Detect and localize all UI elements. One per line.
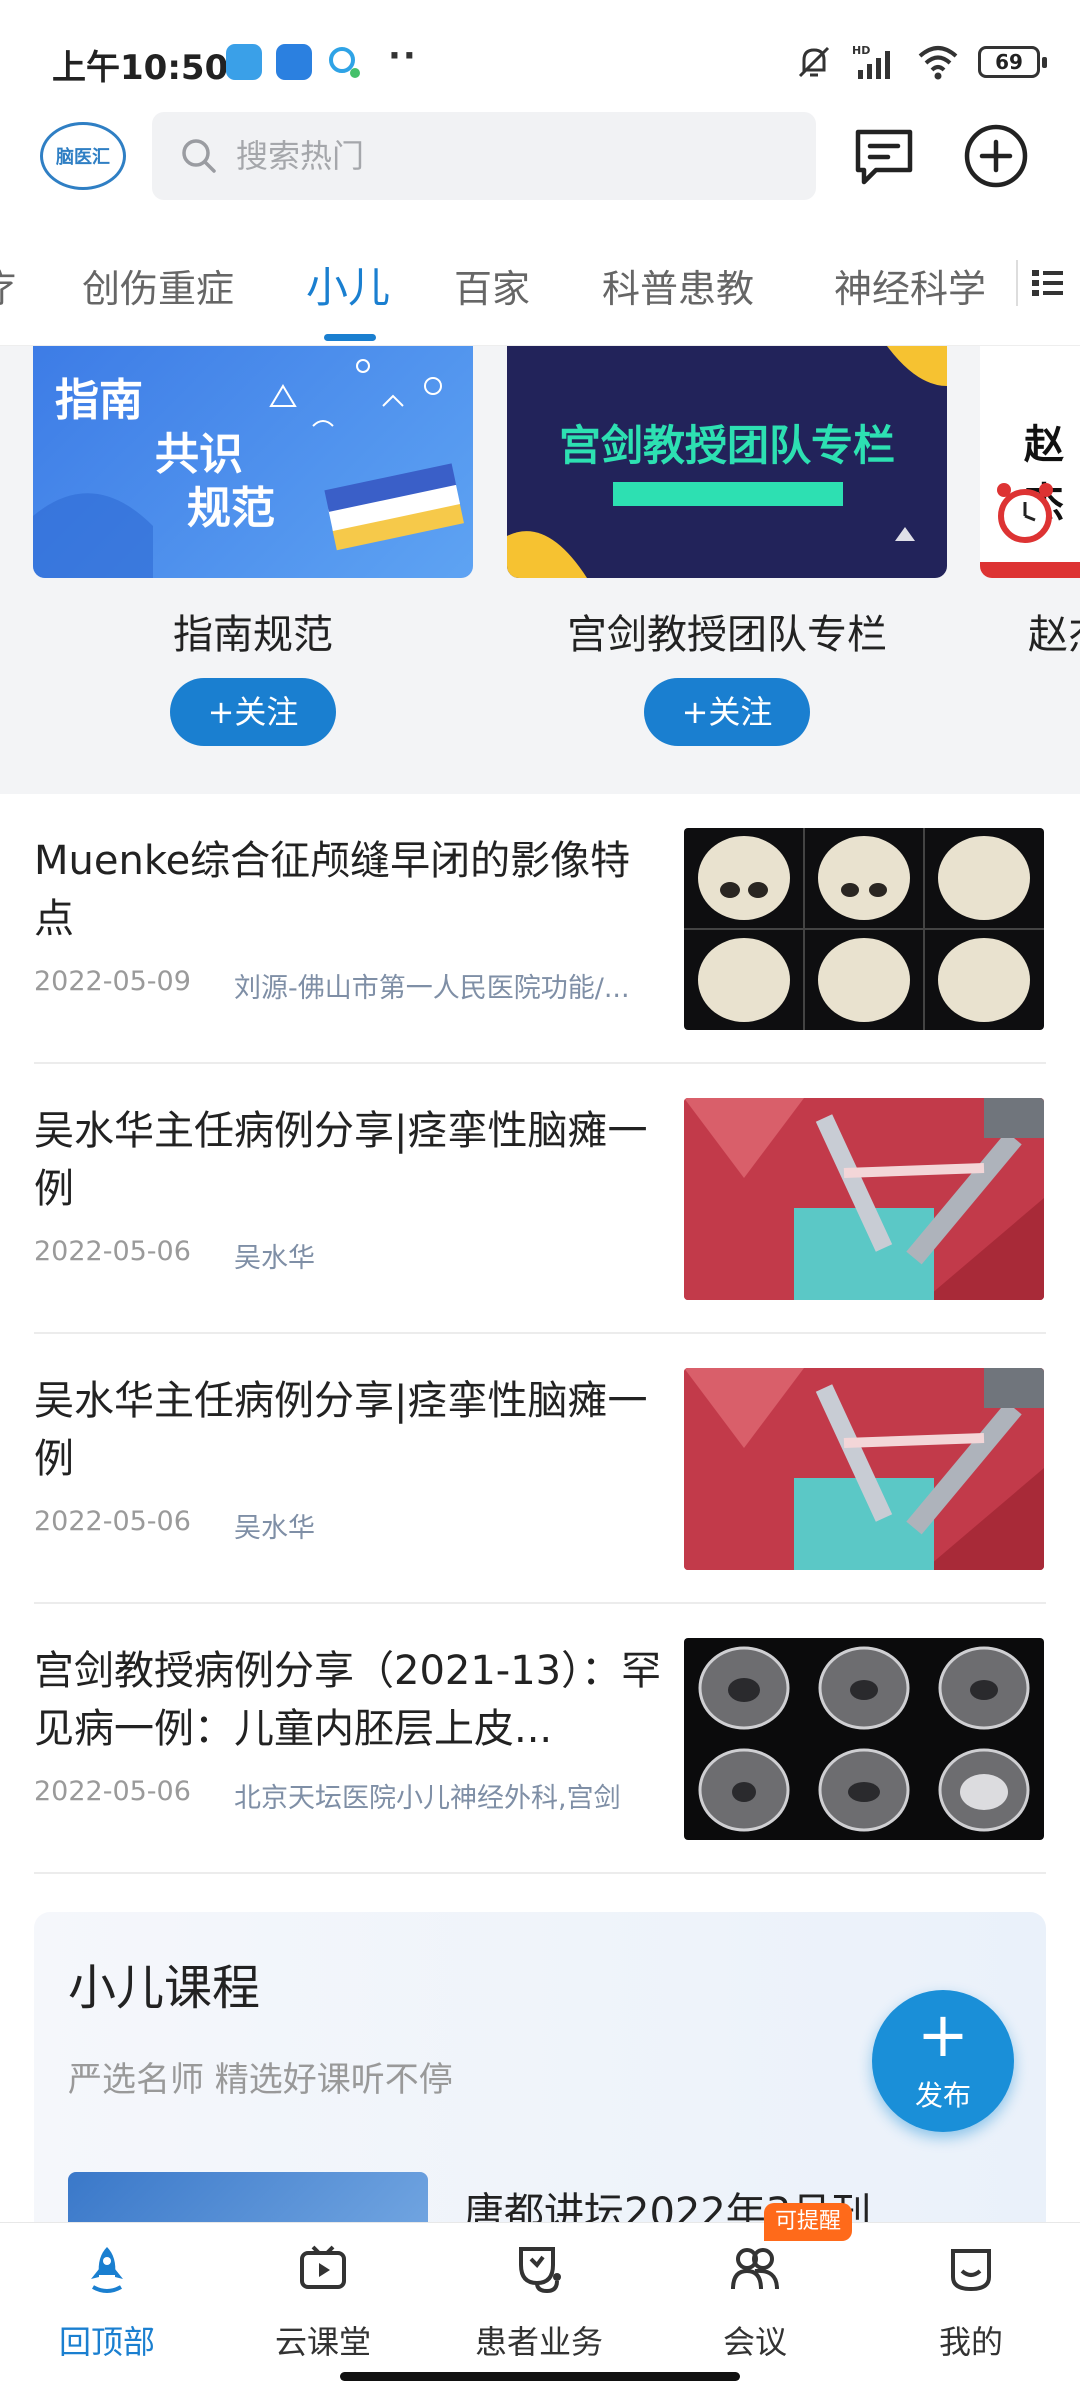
- nav-label: 我的: [938, 2323, 1003, 2361]
- columns-carousel: 指南 共识 规范 指南规范 +关注 宫剑教授团队专栏 宫剑教授团队专栏 +关注 …: [0, 346, 1080, 794]
- column-name: 宫剑教授团队专栏: [567, 612, 887, 658]
- tabs-divider: [1016, 260, 1018, 306]
- article-thumbnail-surgery: [684, 1098, 1044, 1300]
- search-bar[interactable]: [152, 112, 816, 200]
- battery-icon: 69: [978, 46, 1047, 78]
- mute-bell-icon: [798, 46, 830, 78]
- column-name: 指南规范: [173, 612, 333, 658]
- signal-icon: HD: [852, 44, 890, 79]
- article-title: 宫剑教授病例分享（2021-13）：罕见病一例：儿童内胚层上皮...: [34, 1648, 662, 1752]
- face-icon: [951, 2249, 991, 2292]
- course-section-title: 小儿课程: [68, 1960, 261, 2016]
- alarm-clock-icon: [997, 483, 1053, 543]
- cover-bottom-band: [980, 562, 1080, 578]
- article-thumbnail-mri: [684, 1638, 1044, 1840]
- svg-text:HD: HD: [852, 44, 870, 57]
- column-card[interactable]: 指南 共识 规范 指南规范 +关注: [33, 346, 473, 746]
- wifi-icon: [918, 46, 958, 80]
- article-title: Muenke综合征颅缝早闭的影像特点: [34, 838, 631, 942]
- publish-fab-button[interactable]: + 发布: [872, 1990, 1014, 2132]
- tab-partial[interactable]: 疗: [0, 258, 16, 313]
- status-indicators: HD 69: [794, 40, 1047, 84]
- column-card[interactable]: 宫剑教授团队专栏 宫剑教授团队专栏 +关注: [507, 346, 947, 746]
- skull-scan-thumbnail: [684, 828, 1044, 1030]
- column-cover-gongjian: 宫剑教授团队专栏: [507, 346, 947, 578]
- surgery-photo-thumbnail: [684, 1368, 1044, 1570]
- column-name: 赵杰: [1028, 612, 1080, 658]
- cover-line-1: 指南: [55, 375, 143, 426]
- article-author: 吴水华: [234, 1513, 315, 1544]
- nav-mine[interactable]: 我的: [881, 2237, 1061, 2361]
- article-date: 2022-05-06: [34, 1506, 191, 1537]
- article-author: 北京天坛医院小儿神经外科,宫剑: [234, 1783, 621, 1814]
- column-card[interactable]: 赵杰 赵杰: [980, 346, 1080, 658]
- tabs-menu-button[interactable]: [1028, 258, 1072, 308]
- message-icon: [855, 129, 913, 185]
- search-icon: [182, 139, 216, 173]
- stethoscope-icon: [519, 2247, 561, 2294]
- search-input[interactable]: [236, 137, 796, 175]
- cover-title: 宫剑教授团队专栏: [558, 421, 895, 470]
- nav-back-to-top[interactable]: 回顶部: [17, 2237, 197, 2361]
- column-cover-guidelines: 指南 共识 规范: [33, 346, 473, 578]
- nav-meetings[interactable]: 会议: [665, 2237, 845, 2361]
- rocket-icon: [91, 2247, 123, 2293]
- plus-icon: +: [917, 1998, 969, 2071]
- active-tab-indicator: [324, 334, 376, 341]
- tab-science-education[interactable]: 科普患教: [602, 258, 754, 313]
- article-date: 2022-05-06: [34, 1776, 191, 1807]
- add-button[interactable]: [962, 122, 1030, 190]
- article-thumbnail-skull: [684, 828, 1044, 1030]
- nav-label: 患者业务: [474, 2323, 603, 2361]
- people-icon: [731, 2248, 779, 2290]
- article-thumbnail-surgery: [684, 1368, 1044, 1570]
- article-author: 吴水华: [234, 1243, 315, 1274]
- tab-baijia[interactable]: 百家: [454, 258, 530, 313]
- column-cover-zhao: 赵杰: [980, 346, 1080, 578]
- status-bar: 上午10:50 ·· HD 69: [0, 0, 1080, 110]
- app-logo[interactable]: 脑医汇: [40, 122, 126, 190]
- tab-trauma[interactable]: 创伤重症: [82, 258, 234, 313]
- article-item[interactable]: 宫剑教授病例分享（2021-13）：罕见病一例：儿童内胚层上皮... 2022-…: [34, 1604, 1046, 1874]
- fab-label: 发布: [914, 2079, 971, 2112]
- cover-line-3: 规范: [187, 483, 275, 534]
- article-item[interactable]: Muenke综合征颅缝早闭的影像特点 2022-05-09 刘源-佛山市第一人民…: [34, 794, 1046, 1064]
- status-more-dots: ··: [388, 36, 418, 76]
- notification-chat-icon: [326, 44, 362, 80]
- tab-pediatric[interactable]: 小儿: [306, 254, 390, 315]
- plus-circle-icon: [964, 124, 1028, 188]
- course-section-subtitle: 严选名师 精选好课听不停: [68, 2060, 453, 2100]
- nav-cloud-classroom[interactable]: 云课堂: [233, 2237, 413, 2361]
- list-menu-icon: [1032, 270, 1063, 296]
- notification-app-icon: [276, 44, 312, 80]
- nav-label: 回顶部: [58, 2323, 155, 2361]
- article-date: 2022-05-06: [34, 1236, 191, 1267]
- article-title: 吴水华主任病例分享|痉挛性脑瘫一例: [34, 1108, 648, 1212]
- surgery-photo-thumbnail: [684, 1098, 1044, 1300]
- article-item[interactable]: 吴水华主任病例分享|痉挛性脑瘫一例 2022-05-06 吴水华: [34, 1334, 1046, 1604]
- nav-label: 会议: [722, 2323, 787, 2361]
- play-screen-icon: [300, 2245, 346, 2289]
- app-header: 脑医汇: [0, 110, 1080, 215]
- nav-label: 云课堂: [274, 2323, 371, 2361]
- remind-badge: 可提醒: [764, 2203, 852, 2241]
- notification-app-icon: [226, 44, 262, 80]
- article-title: 吴水华主任病例分享|痉挛性脑瘫一例: [34, 1378, 648, 1482]
- status-time: 上午10:50: [52, 48, 229, 88]
- category-tabs: 疗 创伤重症 小儿 百家 科普患教 神经科学: [0, 218, 1080, 346]
- tab-neuroscience[interactable]: 神经科学: [834, 258, 986, 313]
- nav-patient-business[interactable]: 患者业务: [449, 2237, 629, 2361]
- mri-scan-thumbnail: [698, 1646, 1030, 1832]
- follow-button[interactable]: +关注: [644, 678, 810, 746]
- follow-button[interactable]: +关注: [170, 678, 336, 746]
- article-author: 刘源-佛山市第一人民医院功能/...: [234, 973, 630, 1004]
- home-indicator: [340, 2372, 740, 2381]
- message-button[interactable]: [850, 122, 918, 190]
- article-item[interactable]: 吴水华主任病例分享|痉挛性脑瘫一例 2022-05-06 吴水华: [34, 1064, 1046, 1334]
- article-date: 2022-05-09: [34, 966, 191, 997]
